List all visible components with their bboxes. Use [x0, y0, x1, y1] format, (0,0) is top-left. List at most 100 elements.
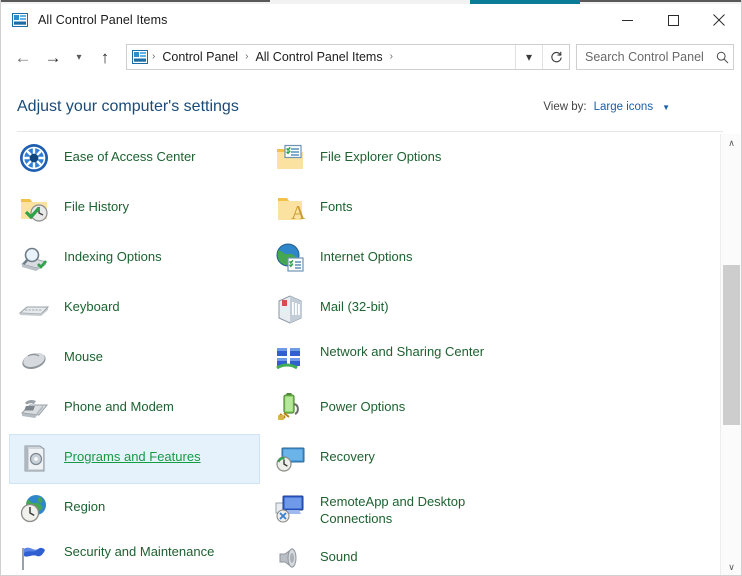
control-panel-item-label[interactable]: File Explorer Options: [320, 142, 441, 165]
indexing-options-icon: [18, 242, 50, 274]
sound-icon: [274, 542, 306, 574]
scroll-up-button[interactable]: ∧: [721, 134, 742, 152]
control-panel-item-label[interactable]: Fonts: [320, 192, 353, 215]
region-icon: [18, 492, 50, 524]
previous-locations-button[interactable]: ▾: [516, 45, 542, 69]
window-title: All Control Panel Items: [38, 13, 167, 27]
security-and-maintenance-icon: [18, 542, 50, 574]
svg-text:A: A: [291, 202, 306, 224]
title-bar: All Control Panel Items: [0, 4, 742, 36]
control-panel-item[interactable]: Ease of Access Center: [10, 134, 260, 184]
internet-options-icon: [274, 242, 306, 274]
view-by-value[interactable]: Large icons: [594, 101, 653, 113]
content-header: Adjust your computer's settings View by:…: [0, 84, 742, 130]
maximize-button[interactable]: [650, 4, 696, 36]
control-panel-item[interactable]: Recovery: [266, 434, 516, 484]
control-panel-item[interactable]: Phone and Modem: [10, 384, 260, 434]
power-options-icon: [274, 392, 306, 424]
control-panel-item-label[interactable]: Network and Sharing Center: [320, 342, 484, 360]
refresh-icon: [550, 51, 563, 64]
breadcrumb-bar[interactable]: › Control Panel › All Control Panel Item…: [126, 44, 570, 70]
control-panel-item-label[interactable]: File History: [64, 192, 129, 215]
window-controls: [604, 4, 742, 36]
refresh-button[interactable]: [543, 45, 569, 69]
search-input[interactable]: Search Control Panel: [577, 50, 711, 64]
breadcrumb-item-all-control-panel-items[interactable]: All Control Panel Items: [252, 50, 385, 64]
back-button[interactable]: ←: [8, 42, 38, 72]
mail-icon: [274, 292, 306, 324]
close-button[interactable]: [696, 4, 742, 36]
page-title: Adjust your computer's settings: [17, 98, 239, 116]
control-panel-item[interactable]: Region: [10, 484, 260, 534]
control-panel-items-list: Ease of Access Center File History Indexin…: [0, 134, 720, 576]
recent-locations-button[interactable]: ▾: [68, 42, 90, 72]
breadcrumb-separator-2[interactable]: ›: [386, 52, 397, 62]
control-panel-item-label[interactable]: Programs and Features: [64, 442, 201, 465]
control-panel-item-label[interactable]: Region: [64, 492, 105, 515]
items-column-1: Ease of Access Center File History Indexin…: [10, 134, 260, 576]
control-panel-item[interactable]: Mouse: [10, 334, 260, 384]
control-panel-item[interactable]: Keyboard: [10, 284, 260, 334]
control-panel-item[interactable]: Security and Maintenance: [10, 534, 260, 576]
vertical-scrollbar[interactable]: ∧ ∨: [720, 134, 742, 576]
items-column-2: File Explorer Options A Fonts Internet Opti…: [266, 134, 516, 576]
network-and-sharing-center-icon: [274, 342, 306, 374]
control-panel-item[interactable]: A Fonts: [266, 184, 516, 234]
address-bar-row: ← → ▾ ↑ › Control Panel › All: [0, 38, 742, 76]
view-by-control[interactable]: View by: Large icons ▼: [543, 101, 670, 113]
breadcrumb-separator-0[interactable]: ›: [148, 52, 159, 62]
mouse-icon: [18, 342, 50, 374]
control-panel-item-label[interactable]: Phone and Modem: [64, 392, 174, 415]
control-panel-item[interactable]: Indexing Options: [10, 234, 260, 284]
forward-button[interactable]: →: [38, 42, 68, 72]
keyboard-icon: [18, 292, 50, 324]
scrollbar-thumb[interactable]: [723, 265, 740, 425]
remoteapp-and-desktop-connections-icon: [274, 492, 306, 524]
fonts-icon: A: [274, 192, 306, 224]
file-history-icon: [18, 192, 50, 224]
control-panel-item[interactable]: Network and Sharing Center: [266, 334, 516, 384]
header-separator: [17, 131, 723, 132]
up-button[interactable]: ↑: [90, 42, 120, 72]
control-panel-item[interactable]: Programs and Features: [9, 434, 260, 484]
ease-of-access-icon: [18, 142, 50, 174]
scroll-down-button[interactable]: ∨: [721, 558, 742, 576]
control-panel-item-label[interactable]: Recovery: [320, 442, 375, 465]
chrome-edge-left: [0, 0, 270, 2]
phone-and-modem-icon: [18, 392, 50, 424]
breadcrumb-item-control-panel[interactable]: Control Panel: [159, 50, 241, 64]
control-panel-item-label[interactable]: Indexing Options: [64, 242, 162, 265]
chevron-down-icon: ▾: [526, 51, 532, 63]
control-panel-item-label[interactable]: Sound: [320, 542, 358, 565]
control-panel-item[interactable]: Mail (32-bit): [266, 284, 516, 334]
chrome-edge-right: [580, 0, 742, 2]
file-explorer-options-icon: [274, 142, 306, 174]
chevron-down-icon[interactable]: ▼: [662, 103, 670, 112]
control-panel-item-label[interactable]: Ease of Access Center: [64, 142, 196, 165]
control-panel-item-label[interactable]: Keyboard: [64, 292, 120, 315]
search-box[interactable]: Search Control Panel: [576, 44, 734, 70]
control-panel-item-label[interactable]: Internet Options: [320, 242, 413, 265]
control-panel-window: All Control Panel Items ← → ▾ ↑: [0, 0, 742, 576]
back-arrow-icon: ←: [15, 49, 32, 66]
control-panel-item-label[interactable]: Security and Maintenance: [64, 542, 214, 560]
forward-arrow-icon: →: [45, 49, 62, 66]
control-panel-item-label[interactable]: RemoteApp and Desktop Connections: [320, 492, 500, 527]
control-panel-item-label[interactable]: Mail (32-bit): [320, 292, 389, 315]
up-arrow-icon: ↑: [101, 49, 110, 66]
control-panel-item-label[interactable]: Mouse: [64, 342, 103, 365]
breadcrumb-separator-1[interactable]: ›: [241, 52, 252, 62]
control-panel-item[interactable]: Internet Options: [266, 234, 516, 284]
programs-and-features-icon: [18, 442, 50, 474]
breadcrumb-control-panel-icon: [132, 49, 148, 65]
minimize-button[interactable]: [604, 4, 650, 36]
search-icon[interactable]: [711, 51, 733, 64]
recovery-icon: [274, 442, 306, 474]
control-panel-item[interactable]: File History: [10, 184, 260, 234]
control-panel-item[interactable]: RemoteApp and Desktop Connections: [266, 484, 516, 534]
control-panel-icon: [12, 12, 28, 28]
control-panel-item[interactable]: Sound: [266, 534, 516, 576]
control-panel-item[interactable]: Power Options: [266, 384, 516, 434]
control-panel-item[interactable]: File Explorer Options: [266, 134, 516, 184]
control-panel-item-label[interactable]: Power Options: [320, 392, 405, 415]
